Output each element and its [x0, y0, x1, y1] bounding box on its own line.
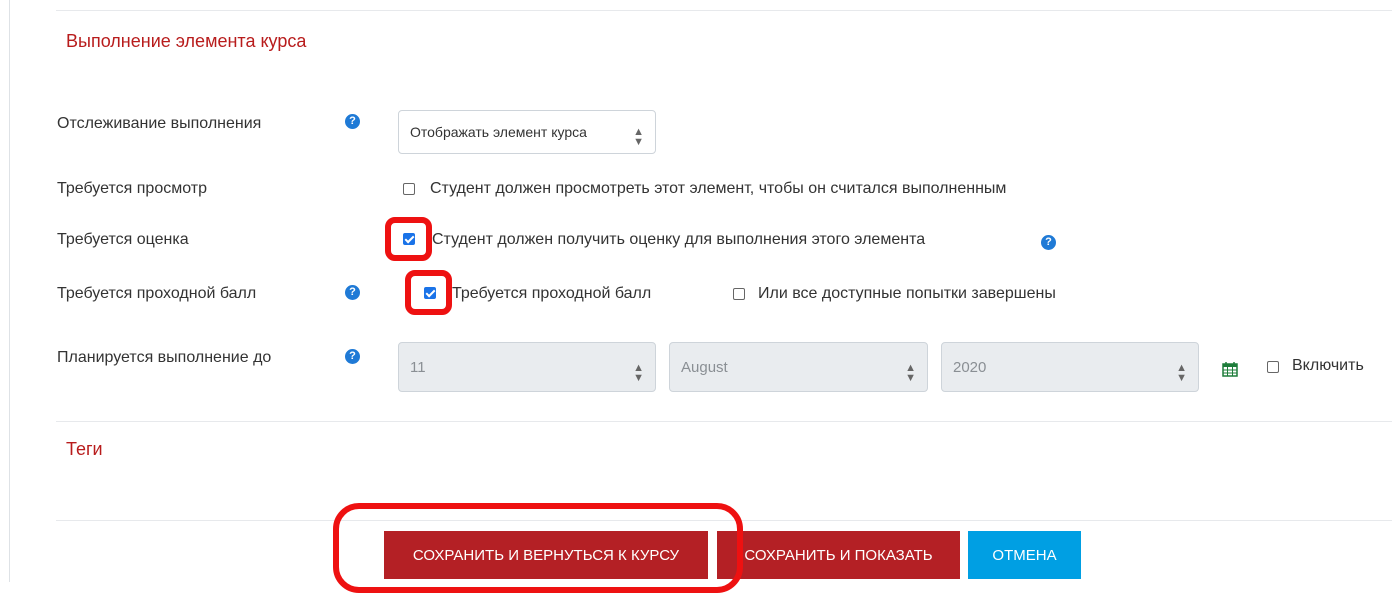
- tracking-label: Отслеживание выполнения: [57, 115, 262, 132]
- section-title-tags[interactable]: Теги: [66, 439, 103, 460]
- annotation-ring-buttons: [333, 503, 743, 593]
- year-select[interactable]: 2020 ▲ ▼: [941, 342, 1199, 392]
- expected-completion-label: Планируется выполнение до: [57, 349, 272, 366]
- day-select-value: 11: [410, 358, 426, 376]
- enable-date-checkbox[interactable]: [1267, 361, 1279, 373]
- year-select-value: 2020: [953, 358, 987, 376]
- question-circle-icon[interactable]: ?: [1041, 235, 1056, 250]
- select-arrows-icon: ▲ ▼: [905, 362, 916, 384]
- all-attempts-checkbox-label: Или все доступные попытки завершены: [758, 285, 1056, 302]
- grade-required-checkbox-label: Студент должен получить оценку для выпол…: [432, 231, 926, 248]
- passgrade-checkbox-label: Требуется проходной балл: [452, 285, 652, 302]
- select-arrows-icon: ▲ ▼: [633, 126, 644, 148]
- month-select[interactable]: August ▲ ▼: [669, 342, 928, 392]
- divider-tags: [56, 421, 1392, 422]
- select-arrows-icon: ▲ ▼: [1176, 362, 1187, 384]
- annotation-ring-grade: [385, 217, 432, 261]
- view-required-label: Требуется просмотр: [57, 180, 207, 197]
- save-and-display-button[interactable]: СОХРАНИТЬ И ПОКАЗАТЬ: [717, 531, 960, 579]
- day-select[interactable]: 11 ▲ ▼: [398, 342, 656, 392]
- section-title-completion[interactable]: Выполнение элемента курса: [66, 31, 306, 52]
- select-arrows-icon: ▲ ▼: [633, 362, 644, 384]
- grade-required-label: Требуется оценка: [57, 231, 189, 248]
- tracking-select[interactable]: Отображать элемент курса ▲ ▼: [398, 110, 656, 154]
- question-circle-icon[interactable]: ?: [345, 349, 360, 364]
- tracking-select-value: Отображать элемент курса: [410, 124, 587, 140]
- divider-top: [56, 10, 1392, 11]
- all-attempts-checkbox[interactable]: [733, 288, 745, 300]
- enable-date-checkbox-label: Включить: [1292, 357, 1364, 374]
- view-required-checkbox-label: Студент должен просмотреть этот элемент,…: [430, 180, 1007, 197]
- calendar-icon[interactable]: [1222, 361, 1238, 377]
- annotation-ring-passgrade: [405, 270, 452, 315]
- question-circle-icon[interactable]: ?: [345, 114, 360, 129]
- page-left-border: [0, 0, 10, 582]
- view-required-checkbox[interactable]: [403, 183, 415, 195]
- month-select-value: August: [681, 358, 728, 376]
- question-circle-icon[interactable]: ?: [345, 285, 360, 300]
- cancel-button[interactable]: ОТМЕНА: [968, 531, 1081, 579]
- passgrade-label: Требуется проходной балл: [57, 285, 257, 302]
